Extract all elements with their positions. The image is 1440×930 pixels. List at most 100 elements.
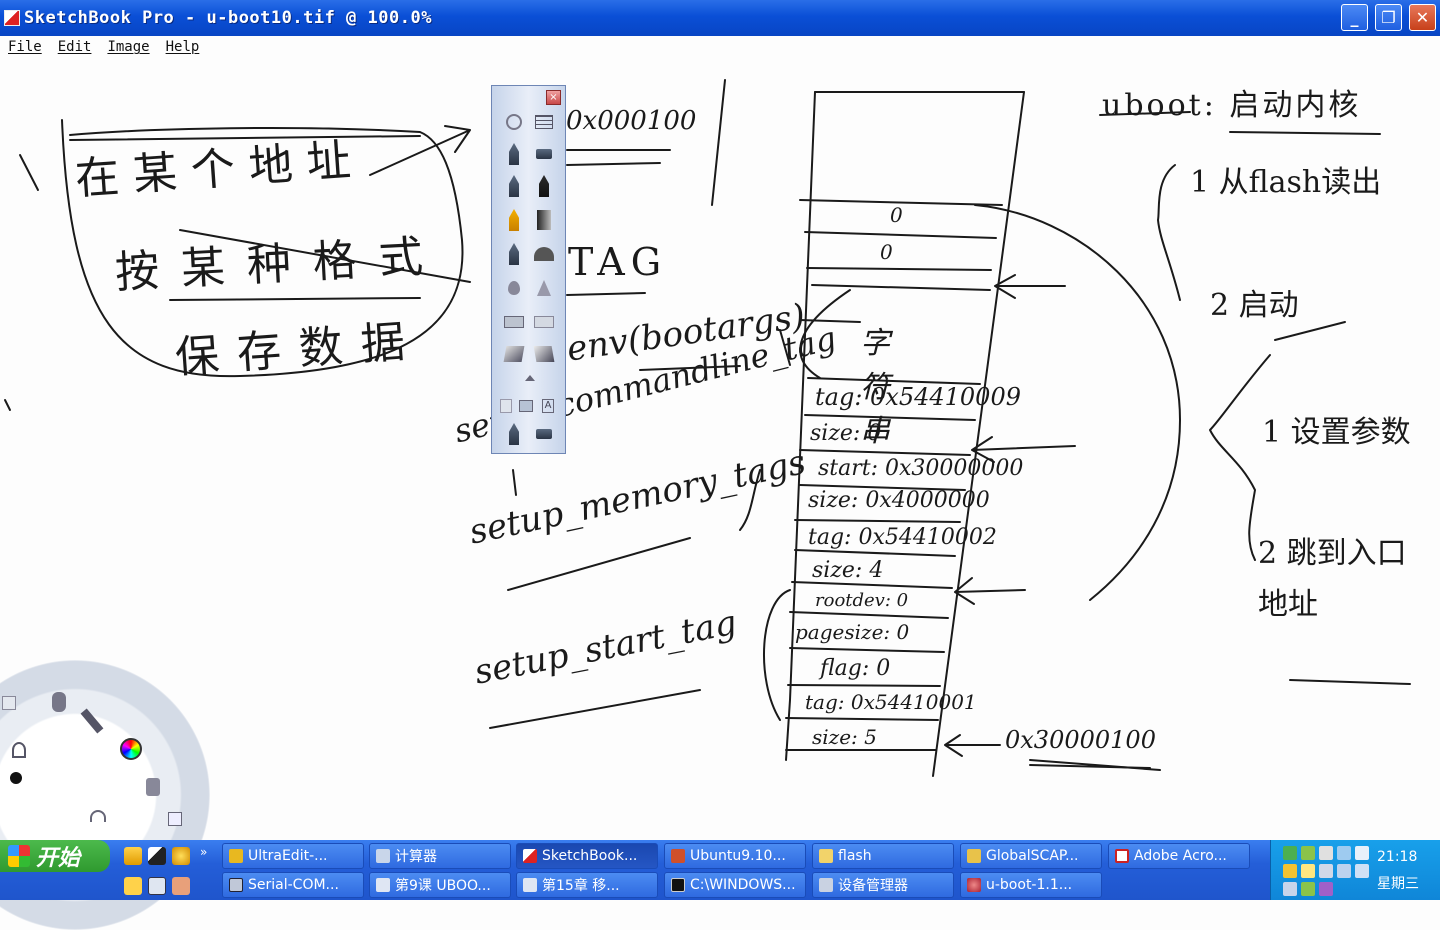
task-ubuntu[interactable]: Ubuntu9.10... xyxy=(664,843,806,869)
hw-address-bottom: 0x30000100 xyxy=(1005,726,1156,754)
task-globalscape[interactable]: GlobalSCAP... xyxy=(960,843,1102,869)
tray-sync-icon[interactable] xyxy=(1301,882,1315,896)
palette-close-button[interactable]: × xyxy=(546,90,561,105)
mem-row: tag: 0x54410009 xyxy=(815,383,1021,411)
tray-tool-icon[interactable] xyxy=(1319,846,1333,860)
hw-tag-label: TAG xyxy=(568,240,668,284)
airbrush-icon[interactable] xyxy=(530,140,558,168)
minimize-button[interactable]: _ xyxy=(1341,4,1368,31)
tray-media-icon[interactable] xyxy=(1319,882,1333,896)
quicklaunch-window-icon[interactable] xyxy=(148,877,166,895)
task-calculator[interactable]: 计算器 xyxy=(369,843,511,869)
palette-new-brush-icon[interactable] xyxy=(516,392,536,420)
mem-row: flag: 0 xyxy=(820,656,891,681)
task-cmd[interactable]: C:\WINDOWS... xyxy=(664,872,806,898)
quicklaunch-hand-icon[interactable] xyxy=(172,877,190,895)
drop-brush-icon[interactable] xyxy=(500,274,528,302)
task-sketchbook[interactable]: SketchBook... xyxy=(516,843,658,869)
task-lesson-9[interactable]: 第9课 UBOO... xyxy=(369,872,511,898)
task-device-manager[interactable]: 设备管理器 xyxy=(812,872,954,898)
mem-row: tag: 0x54410002 xyxy=(808,525,997,550)
lagoon-select-icon[interactable] xyxy=(146,778,160,796)
task-label: 第9课 UBOO... xyxy=(395,878,491,894)
palette-page-icon[interactable] xyxy=(496,392,516,420)
tray-security-icon[interactable] xyxy=(1337,864,1351,878)
task-serial-com[interactable]: Serial-COM... xyxy=(222,872,364,898)
felt-pen-icon[interactable] xyxy=(500,240,528,268)
smudge-brush-icon[interactable] xyxy=(530,274,558,302)
lagoon-grid-icon[interactable] xyxy=(2,696,16,710)
tray-usb-icon[interactable] xyxy=(1337,846,1351,860)
menu-edit[interactable]: Edit xyxy=(58,39,92,55)
quicklaunch-search-icon[interactable] xyxy=(124,877,142,895)
lagoon-brush-icon[interactable] xyxy=(80,708,104,734)
app-icon[interactable] xyxy=(4,10,20,26)
lagoon-color-wheel-icon[interactable] xyxy=(120,738,142,760)
mem-row: size: 0 xyxy=(810,421,882,446)
menu-image[interactable]: Image xyxy=(107,39,149,55)
menu-bar: File Edit Image Help xyxy=(0,36,1440,58)
mem-row: size: 4 xyxy=(812,558,884,583)
stamp-icon[interactable] xyxy=(500,340,528,368)
chisel-brush-icon[interactable] xyxy=(530,206,558,234)
hw-address-top: 0x000100 xyxy=(566,106,697,136)
palette-settings-icon[interactable] xyxy=(530,108,558,136)
menu-help[interactable]: Help xyxy=(166,39,200,55)
fill-icon[interactable] xyxy=(530,340,558,368)
brush-palette: × A xyxy=(491,85,566,454)
tray-ime-icon[interactable] xyxy=(1355,864,1369,878)
lagoon-layer-icon[interactable] xyxy=(168,812,182,826)
lagoon-pen-icon[interactable] xyxy=(12,742,26,758)
pencil-brush-icon[interactable] xyxy=(500,206,528,234)
acrobat-icon xyxy=(1115,849,1129,863)
ultraedit-icon xyxy=(229,849,243,863)
tray-clock[interactable]: 21:18 xyxy=(1377,849,1417,865)
tray-display-icon[interactable] xyxy=(1355,846,1369,860)
task-chapter-15[interactable]: 第15章 移... xyxy=(516,872,658,898)
quicklaunch-tool-icon[interactable] xyxy=(172,847,190,865)
paint-brush-icon[interactable] xyxy=(530,240,558,268)
vm-icon xyxy=(671,849,685,863)
task-uboot-source[interactable]: u-boot-1.1... xyxy=(960,872,1102,898)
tray-pen-icon[interactable] xyxy=(1283,882,1297,896)
mem-row: size: 5 xyxy=(812,725,877,749)
palette-text-icon[interactable]: A xyxy=(538,392,558,420)
marker-brush-icon[interactable] xyxy=(500,172,528,200)
document-icon xyxy=(523,878,537,892)
system-tray: 21:18 星期三 xyxy=(1270,840,1440,900)
palette-collapse-icon[interactable] xyxy=(516,372,544,384)
tray-volume-icon[interactable] xyxy=(1283,864,1297,878)
current-brush-icon[interactable] xyxy=(500,420,528,448)
task-adobe-acrobat[interactable]: Adobe Acro... xyxy=(1108,843,1250,869)
quicklaunch-expand-icon[interactable]: » xyxy=(200,845,207,859)
tray-monitor-icon[interactable] xyxy=(1319,864,1333,878)
quicklaunch-app-icon[interactable] xyxy=(148,847,166,865)
maximize-button[interactable]: ❐ xyxy=(1375,4,1402,31)
drawing-canvas[interactable]: 在某个地址 按某种格式 保存数据 0x000100 TAG env(bootar… xyxy=(0,58,1440,930)
lagoon-hand-icon[interactable] xyxy=(52,692,66,712)
mem-row: start: 0x30000000 xyxy=(818,456,1024,481)
tray-um-icon[interactable] xyxy=(1301,864,1315,878)
eraser-soft-icon[interactable] xyxy=(530,308,558,336)
sketchbook-icon xyxy=(523,849,537,863)
task-ultraedit[interactable]: UltraEdit-... xyxy=(222,843,364,869)
task-flash-folder[interactable]: flash xyxy=(812,843,954,869)
mem-row: size: 0x4000000 xyxy=(808,488,990,513)
tray-app-icon[interactable] xyxy=(1301,846,1315,860)
pen-brush-icon[interactable] xyxy=(500,140,528,168)
mem-row: pagesize: 0 xyxy=(795,620,910,644)
tray-network-icon[interactable] xyxy=(1283,846,1297,860)
start-button[interactable]: 开始 xyxy=(0,840,110,872)
qq-icon[interactable] xyxy=(124,847,142,865)
close-button[interactable]: ✕ xyxy=(1409,4,1436,31)
folder-icon xyxy=(819,849,833,863)
menu-file[interactable]: File xyxy=(8,39,42,55)
task-label: UltraEdit-... xyxy=(248,848,328,864)
eraser-hard-icon[interactable] xyxy=(500,308,528,336)
lagoon-dot-icon[interactable] xyxy=(10,772,22,784)
lagoon-undo-icon[interactable] xyxy=(90,810,106,822)
current-airbrush-icon[interactable] xyxy=(530,420,558,448)
palette-tool-icon[interactable] xyxy=(500,108,528,136)
ink-brush-icon[interactable] xyxy=(530,172,558,200)
left-box-arrow xyxy=(369,125,471,176)
